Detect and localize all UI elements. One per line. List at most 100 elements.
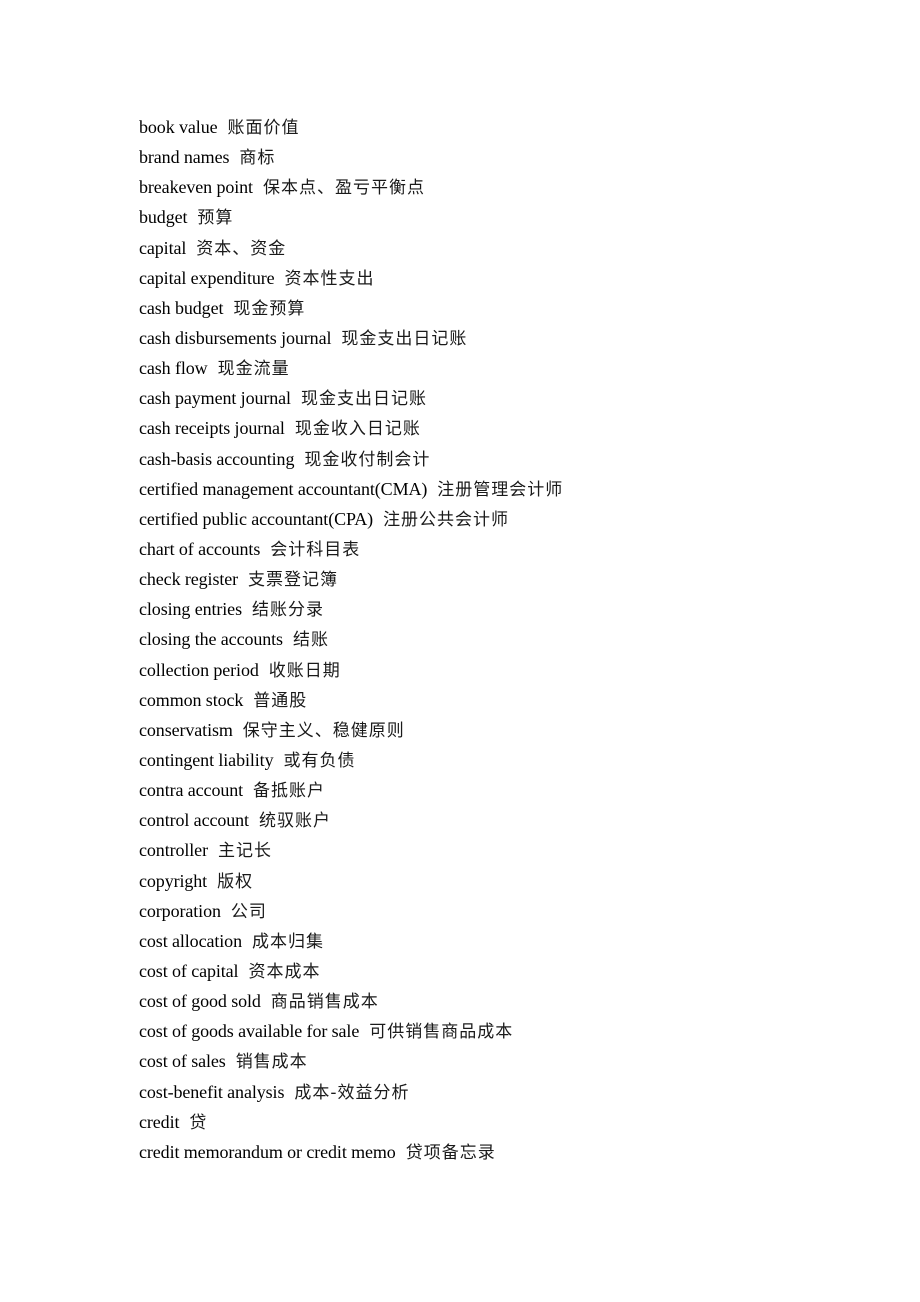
glossary-entry: controller 主记长	[139, 835, 563, 865]
term-chinese: 注册管理会计师	[437, 479, 564, 500]
term-chinese: 资本、资金	[196, 238, 287, 259]
term-chinese: 结账分录	[251, 600, 324, 621]
term-english: control account	[139, 810, 249, 831]
term-chinese: 版权	[217, 871, 254, 892]
term-chinese: 或有负债	[283, 750, 356, 771]
term-english: cash flow	[139, 358, 208, 379]
term-chinese: 现金支出日记账	[300, 389, 427, 410]
term-chinese: 商标	[239, 148, 276, 169]
term-chinese: 贷项备忘录	[405, 1142, 496, 1163]
term-chinese: 成本-效益分析	[294, 1082, 410, 1103]
term-english: certified public accountant(CPA)	[139, 508, 374, 529]
glossary-entry: cash receipts journal 现金收入日记账	[139, 413, 563, 443]
term-chinese: 贷	[189, 1112, 208, 1133]
term-chinese: 资本成本	[248, 961, 321, 982]
glossary-entry: cash budget 现金预算	[139, 293, 563, 323]
glossary-entry: cash disbursements journal 现金支出日记账	[139, 323, 563, 353]
term-english: copyright	[139, 870, 208, 891]
term-chinese: 公司	[230, 901, 267, 922]
term-chinese: 普通股	[253, 690, 308, 711]
term-english: controller	[139, 840, 208, 861]
term-chinese: 成本归集	[251, 931, 324, 952]
term-english: cost of sales	[139, 1051, 226, 1072]
glossary-entry: control account 统驭账户	[139, 805, 563, 835]
term-chinese: 资本性支出	[284, 268, 375, 289]
term-chinese: 可供销售商品成本	[369, 1022, 514, 1043]
glossary-entry: cost of goods available for sale 可供销售商品成本	[139, 1016, 563, 1046]
term-english: budget	[139, 207, 188, 228]
glossary-entry: corporation 公司	[139, 896, 563, 926]
term-english: closing entries	[139, 599, 242, 620]
term-chinese: 结账	[292, 630, 329, 651]
term-english: conservatism	[139, 719, 233, 740]
glossary-entry: conservatism 保守主义、稳健原则	[139, 715, 563, 745]
glossary-entry: capital expenditure 资本性支出	[139, 263, 563, 293]
term-english: credit	[139, 1111, 180, 1132]
term-english: chart of accounts	[139, 538, 261, 559]
term-english: brand names	[139, 147, 230, 168]
term-chinese: 现金收付制会计	[304, 449, 431, 470]
term-chinese: 现金收入日记账	[294, 419, 421, 440]
term-english: contra account	[139, 780, 244, 801]
term-english: closing the accounts	[139, 629, 283, 650]
glossary-entry: copyright 版权	[139, 866, 563, 896]
glossary-entry: certified management accountant(CMA) 注册管理…	[139, 474, 563, 504]
glossary-entry: chart of accounts 会计科目表	[139, 534, 563, 564]
glossary-entry: closing entries 结账分录	[139, 594, 563, 624]
term-english: collection period	[139, 659, 259, 680]
term-english: cost of good sold	[139, 991, 261, 1012]
term-chinese: 现金流量	[217, 359, 290, 380]
term-chinese: 备抵账户	[253, 781, 326, 802]
glossary-entry: credit 贷	[139, 1107, 563, 1137]
glossary-entry: certified public accountant(CPA) 注册公共会计师	[139, 504, 563, 534]
document-page: book value 账面价值 brand names 商标 breakeven poi…	[0, 0, 920, 1302]
glossary-entry: cost of sales 销售成本	[139, 1046, 563, 1076]
glossary-list: book value 账面价值 brand names 商标 breakeven poi…	[139, 112, 563, 1167]
glossary-entry: common stock 普通股	[139, 685, 563, 715]
term-chinese: 现金支出日记账	[341, 328, 468, 349]
term-english: certified management accountant(CMA)	[139, 478, 428, 499]
term-english: cost of goods available for sale	[139, 1021, 360, 1042]
term-english: cash-basis accounting	[139, 448, 295, 469]
glossary-entry: closing the accounts 结账	[139, 624, 563, 654]
glossary-entry: cost of good sold 商品销售成本	[139, 986, 563, 1016]
term-chinese: 收账日期	[268, 660, 341, 681]
term-chinese: 销售成本	[235, 1052, 308, 1073]
term-chinese: 主记长	[217, 841, 272, 862]
glossary-entry: capital 资本、资金	[139, 233, 563, 263]
term-english: book value	[139, 117, 218, 137]
glossary-entry: cost allocation 成本归集	[139, 926, 563, 956]
glossary-entry: cash flow 现金流量	[139, 353, 563, 383]
term-chinese: 注册公共会计师	[383, 509, 510, 530]
glossary-entry: brand names 商标	[139, 142, 563, 172]
term-chinese: 账面价值	[227, 118, 300, 138]
term-english: credit memorandum or credit memo	[139, 1141, 396, 1162]
term-chinese: 统驭账户	[258, 811, 331, 832]
term-english: check register	[139, 569, 239, 590]
glossary-entry: check register 支票登记簿	[139, 564, 563, 594]
term-chinese: 商品销售成本	[270, 992, 379, 1013]
glossary-entry: contra account 备抵账户	[139, 775, 563, 805]
term-english: cost of capital	[139, 960, 239, 981]
term-chinese: 预算	[197, 208, 234, 229]
term-english: capital	[139, 237, 187, 258]
glossary-entry: breakeven point 保本点、盈亏平衡点	[139, 172, 563, 202]
glossary-entry: contingent liability 或有负债	[139, 745, 563, 775]
glossary-entry: collection period 收账日期	[139, 655, 563, 685]
glossary-entry: cost-benefit analysis 成本-效益分析	[139, 1077, 563, 1107]
glossary-entry: cost of capital 资本成本	[139, 956, 563, 986]
term-chinese: 支票登记簿	[248, 570, 339, 591]
term-chinese: 会计科目表	[270, 539, 361, 560]
glossary-entry: cash payment journal 现金支出日记账	[139, 383, 563, 413]
term-chinese: 保守主义、稳健原则	[242, 720, 405, 741]
term-chinese: 现金预算	[233, 298, 306, 319]
glossary-entry: credit memorandum or credit memo 贷项备忘录	[139, 1137, 563, 1167]
term-english: cash receipts journal	[139, 418, 285, 439]
term-english: breakeven point	[139, 177, 253, 198]
term-english: corporation	[139, 900, 221, 921]
term-english: cost-benefit analysis	[139, 1081, 285, 1102]
term-english: contingent liability	[139, 749, 274, 770]
term-english: cash disbursements journal	[139, 327, 332, 348]
glossary-entry: book value 账面价值	[139, 112, 563, 142]
term-english: common stock	[139, 689, 244, 710]
